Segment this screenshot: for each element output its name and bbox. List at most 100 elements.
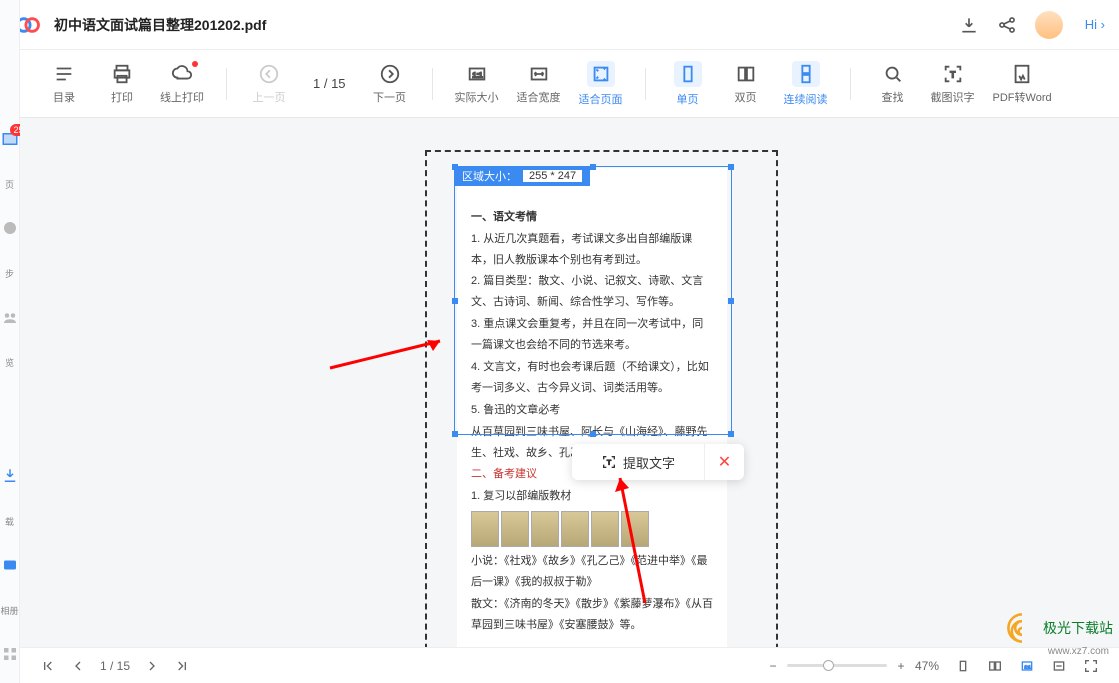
extract-label: 提取文字 — [623, 453, 675, 472]
rail-sync-icon[interactable] — [1, 219, 19, 237]
notification-dot-icon — [192, 61, 198, 67]
header: 初中语文面试篇目整理201202.pdf Hi › — [0, 0, 1119, 50]
toolbar-label: 适合页面 — [579, 91, 623, 107]
selection-size-badge: 区域大小： 255 * 247 — [454, 166, 590, 186]
next-page-button[interactable]: 下一页 — [370, 63, 410, 105]
rail-label: 载 — [5, 515, 14, 528]
next-icon[interactable] — [144, 658, 160, 674]
search-button[interactable]: 查找 — [873, 63, 913, 105]
rail-label: 览 — [5, 356, 14, 369]
separator — [645, 68, 646, 100]
svg-text:1:1: 1:1 — [472, 70, 482, 79]
rail-label: 步 — [5, 267, 14, 280]
hi-label[interactable]: Hi › — [1085, 17, 1105, 32]
toolbar-label: 查找 — [882, 89, 904, 105]
zoom-controls: − + 47% — [765, 658, 939, 674]
rail-apps-icon[interactable] — [1, 645, 19, 663]
zoom-slider[interactable] — [787, 664, 887, 667]
pdf-to-word-button[interactable]: PDF转Word — [993, 63, 1052, 105]
resize-handle[interactable] — [590, 431, 596, 437]
doc-line: 小说：《社戏》《故乡》《孔乙己》《范进中举》《最后一课》《我的叔叔于勒》 — [471, 551, 713, 593]
toolbar-label: 双页 — [735, 89, 757, 105]
extract-text-button[interactable]: T 提取文字 — [572, 453, 704, 472]
fit-width-button[interactable]: 适合宽度 — [517, 63, 561, 105]
print-button[interactable]: 打印 — [102, 63, 142, 105]
first-page-icon[interactable] — [40, 658, 56, 674]
ocr-crop-button[interactable]: T 截图识字 — [931, 63, 975, 105]
file-title: 初中语文面试篇目整理201202.pdf — [54, 15, 959, 35]
fullscreen-icon[interactable] — [1083, 658, 1099, 674]
rail-album-icon[interactable] — [1, 556, 19, 574]
resize-handle[interactable] — [728, 164, 734, 170]
zoom-out-icon[interactable]: − — [765, 658, 781, 674]
toolbar-label: 上一页 — [253, 89, 286, 105]
prev-page-button: 上一页 — [249, 63, 289, 105]
share-icon[interactable] — [997, 15, 1017, 35]
watermark: 极光下载站 www.xz7.com — [1005, 611, 1113, 645]
continuous-button[interactable]: 连续阅读 — [784, 61, 828, 107]
resize-handle[interactable] — [452, 164, 458, 170]
toolbar-label: 目录 — [53, 89, 75, 105]
catalog-button[interactable]: 目录 — [44, 63, 84, 105]
view-single-icon[interactable] — [955, 658, 971, 674]
resize-handle[interactable] — [452, 298, 458, 304]
left-rail: 25 页 步 览 载 相册 — [0, 0, 20, 683]
bottom-bar: 1 / 15 − + 47% 1:1 — [20, 647, 1119, 683]
selection-value: 255 * 247 — [523, 170, 582, 182]
slider-knob[interactable] — [823, 660, 834, 671]
watermark-text: 极光下载站 — [1043, 618, 1113, 638]
resize-handle[interactable] — [590, 164, 596, 170]
toolbar-label: 截图识字 — [931, 89, 975, 105]
fit-page-button[interactable]: 适合页面 — [579, 61, 623, 107]
selection-rectangle[interactable]: 区域大小： 255 * 247 — [454, 166, 732, 435]
toolbar: 目录 打印 线上打印 上一页 1 / 15 下一页 1:1 实际大小 适合宽度 … — [0, 50, 1119, 118]
watermark-logo-icon — [1005, 611, 1039, 645]
avatar[interactable] — [1035, 11, 1063, 39]
toolbar-label: PDF转Word — [993, 89, 1052, 105]
view-width-icon[interactable] — [1051, 658, 1067, 674]
view-double-icon[interactable] — [987, 658, 1003, 674]
toolbar-label: 连续阅读 — [784, 91, 828, 107]
zoom-in-icon[interactable]: + — [893, 658, 909, 674]
separator — [850, 68, 851, 100]
doc-line: 散文：《济南的冬天》《散步》《紫藤萝瀑布》《从百草园到三味书屋》《安塞腰鼓》等。 — [471, 594, 713, 636]
separator — [226, 68, 227, 100]
separator — [432, 68, 433, 100]
close-button[interactable]: ✕ — [704, 444, 744, 480]
resize-handle[interactable] — [728, 298, 734, 304]
rail-download-icon[interactable] — [1, 467, 19, 485]
last-page-icon[interactable] — [174, 658, 190, 674]
document-viewer: 初中语文面试考情与备考建议 一、语文考情 1. 从近几次真题看，考试课文多出自部… — [20, 118, 1119, 647]
resize-handle[interactable] — [728, 431, 734, 437]
zoom-value: 47% — [915, 659, 939, 673]
download-icon[interactable] — [959, 15, 979, 35]
single-page-button[interactable]: 单页 — [668, 61, 708, 107]
book-thumbnails — [471, 511, 713, 547]
watermark-url: www.xz7.com — [1048, 646, 1109, 657]
toolbar-label: 适合宽度 — [517, 89, 561, 105]
svg-text:T: T — [607, 460, 611, 467]
view-fit-icon[interactable]: 1:1 — [1019, 658, 1035, 674]
resize-handle[interactable] — [452, 431, 458, 437]
online-print-button[interactable]: 线上打印 — [160, 63, 204, 105]
toolbar-label: 打印 — [111, 89, 133, 105]
page-indicator[interactable]: 1 / 15 — [100, 659, 130, 673]
toolbar-label: 单页 — [677, 91, 699, 107]
toolbar-label: 下一页 — [373, 89, 406, 105]
rail-home-icon[interactable]: 25 — [1, 130, 19, 148]
doc-line: 1. 复习以部编版教材 — [471, 486, 713, 507]
prev-icon[interactable] — [70, 658, 86, 674]
actual-size-button[interactable]: 1:1 实际大小 — [455, 63, 499, 105]
double-page-button[interactable]: 双页 — [726, 63, 766, 105]
ocr-popup: T 提取文字 ✕ — [572, 444, 744, 480]
toolbar-label: 实际大小 — [455, 89, 499, 105]
selection-label: 区域大小： — [462, 168, 517, 184]
svg-text:1:1: 1:1 — [1024, 664, 1031, 669]
page-counter[interactable]: 1 / 15 — [313, 76, 346, 91]
svg-text:T: T — [950, 70, 955, 79]
rail-group-icon[interactable] — [1, 308, 19, 326]
toolbar-label: 线上打印 — [160, 89, 204, 105]
rail-label: 页 — [5, 178, 14, 191]
rail-label: 相册 — [0, 604, 18, 617]
ocr-icon: T — [601, 454, 617, 470]
